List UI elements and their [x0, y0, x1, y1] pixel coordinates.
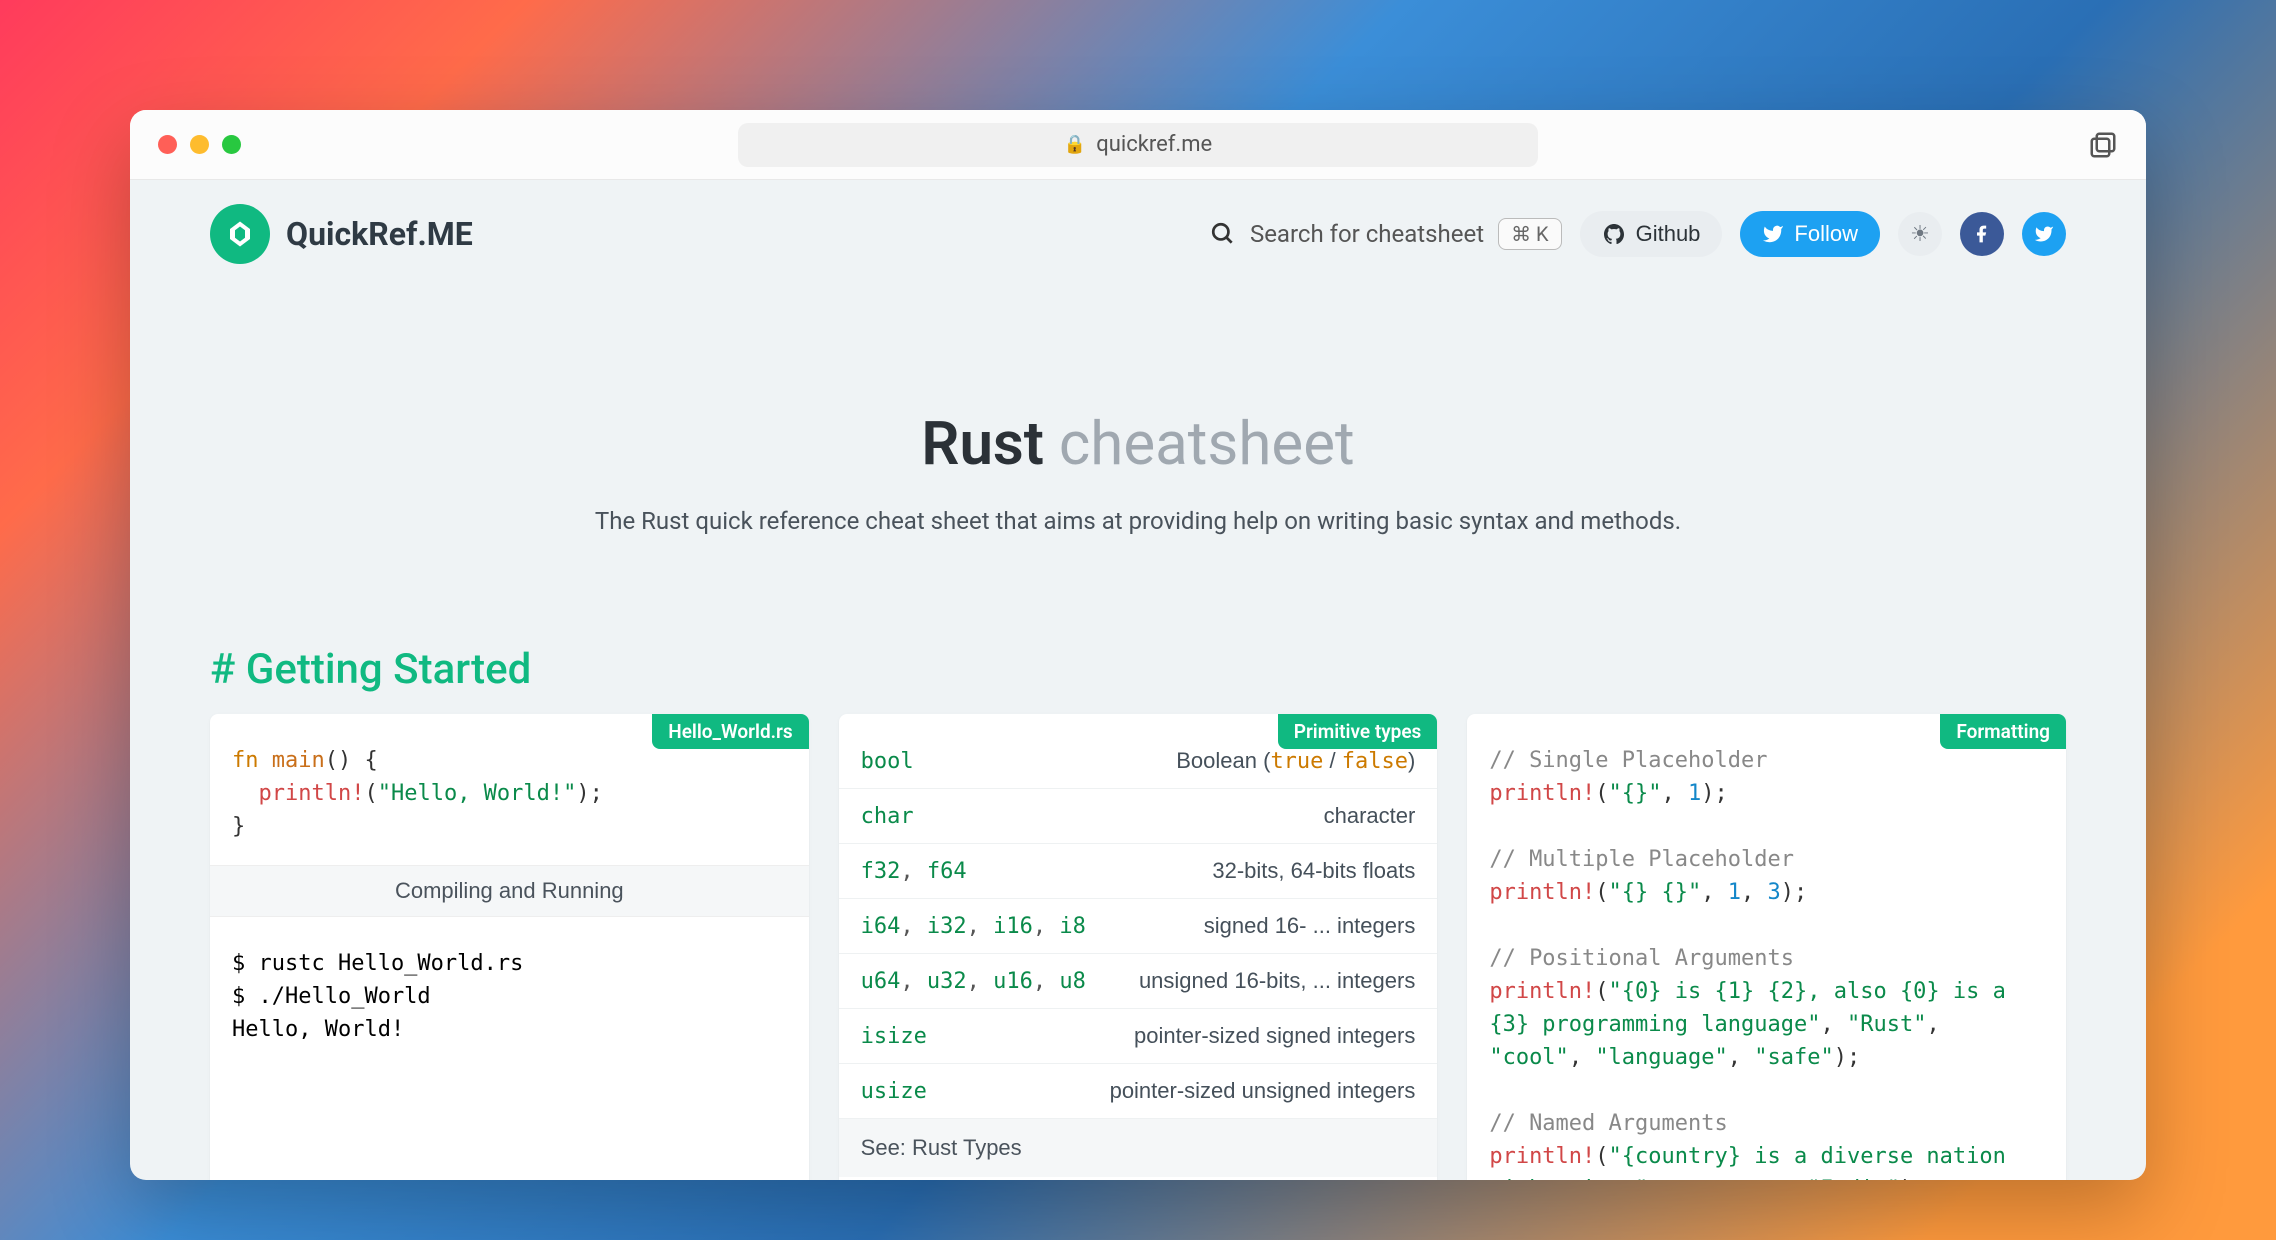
- type-row: f32, f64 32-bits, 64-bits floats: [839, 844, 1438, 899]
- maximize-window-button[interactable]: [222, 135, 241, 154]
- card-tag: Hello_World.rs: [652, 714, 808, 749]
- twitter-button[interactable]: [2022, 212, 2066, 256]
- sun-icon: ☀: [1910, 222, 1930, 247]
- type-row: u64, u32, u16, u8 unsigned 16-bits, ... …: [839, 954, 1438, 1009]
- type-row: usize pointer-sized unsigned integers: [839, 1064, 1438, 1119]
- url-bar[interactable]: 🔒 quickref.me: [738, 123, 1538, 167]
- brand-name: QuickRef.ME: [286, 215, 473, 253]
- minimize-window-button[interactable]: [190, 135, 209, 154]
- type-row: i64, i32, i16, i8 signed 16- ... integer…: [839, 899, 1438, 954]
- page-content: QuickRef.ME Search for cheatsheet ⌘ K Gi…: [130, 180, 2146, 1180]
- twitter-icon: [2034, 224, 2054, 244]
- url-text: quickref.me: [1096, 132, 1212, 157]
- card-footer[interactable]: See: Rust Types: [839, 1119, 1438, 1177]
- card-formatting: Formatting // Single Placeholder println…: [1467, 714, 2066, 1180]
- browser-chrome: 🔒 quickref.me: [130, 110, 2146, 180]
- card-primitive-types: Primitive types bool Boolean (true / fal…: [839, 714, 1438, 1180]
- section-heading: # Getting Started: [130, 595, 2146, 714]
- code-output: $ rustc Hello_World.rs $ ./Hello_World H…: [210, 917, 809, 1068]
- site-header: QuickRef.ME Search for cheatsheet ⌘ K Gi…: [130, 180, 2146, 288]
- search-icon: [1210, 221, 1236, 247]
- brand[interactable]: QuickRef.ME: [210, 204, 473, 264]
- follow-button[interactable]: Follow: [1740, 211, 1880, 257]
- github-label: Github: [1636, 221, 1701, 247]
- follow-label: Follow: [1794, 221, 1858, 247]
- browser-window: 🔒 quickref.me QuickRef.ME Search for che…: [130, 110, 2146, 1180]
- header-right: Search for cheatsheet ⌘ K Github Follow …: [1210, 211, 2066, 257]
- search-placeholder: Search for cheatsheet: [1250, 220, 1484, 248]
- lock-icon: 🔒: [1064, 134, 1086, 155]
- card-tag: Formatting: [1940, 714, 2066, 749]
- search-kbd: ⌘ K: [1498, 218, 1562, 250]
- type-row: isize pointer-sized signed integers: [839, 1009, 1438, 1064]
- brand-logo-icon: [210, 204, 270, 264]
- page-subtitle: The Rust quick reference cheat sheet tha…: [130, 507, 2146, 535]
- code-block: // Single Placeholder println!("{}", 1);…: [1467, 714, 2066, 1180]
- card-hello-world: Hello_World.rs fn main() { println!("Hel…: [210, 714, 809, 1180]
- close-window-button[interactable]: [158, 135, 177, 154]
- page-title: Rust cheatsheet: [130, 408, 2146, 479]
- traffic-lights: [158, 135, 241, 154]
- hero: Rust cheatsheet The Rust quick reference…: [130, 288, 2146, 595]
- facebook-icon: [1972, 224, 1992, 244]
- github-icon: [1602, 222, 1626, 246]
- cards-row: Hello_World.rs fn main() { println!("Hel…: [130, 714, 2146, 1180]
- card-tag: Primitive types: [1278, 714, 1438, 749]
- card-subhead: Compiling and Running: [210, 865, 809, 917]
- type-row: char character: [839, 789, 1438, 844]
- tabs-icon[interactable]: [2088, 130, 2118, 160]
- theme-toggle[interactable]: ☀: [1898, 212, 1942, 256]
- title-muted: cheatsheet: [1059, 408, 1355, 479]
- facebook-button[interactable]: [1960, 212, 2004, 256]
- title-main: Rust: [921, 408, 1044, 479]
- search-trigger[interactable]: Search for cheatsheet ⌘ K: [1210, 218, 1562, 250]
- github-button[interactable]: Github: [1580, 211, 1723, 257]
- twitter-icon: [1762, 223, 1784, 245]
